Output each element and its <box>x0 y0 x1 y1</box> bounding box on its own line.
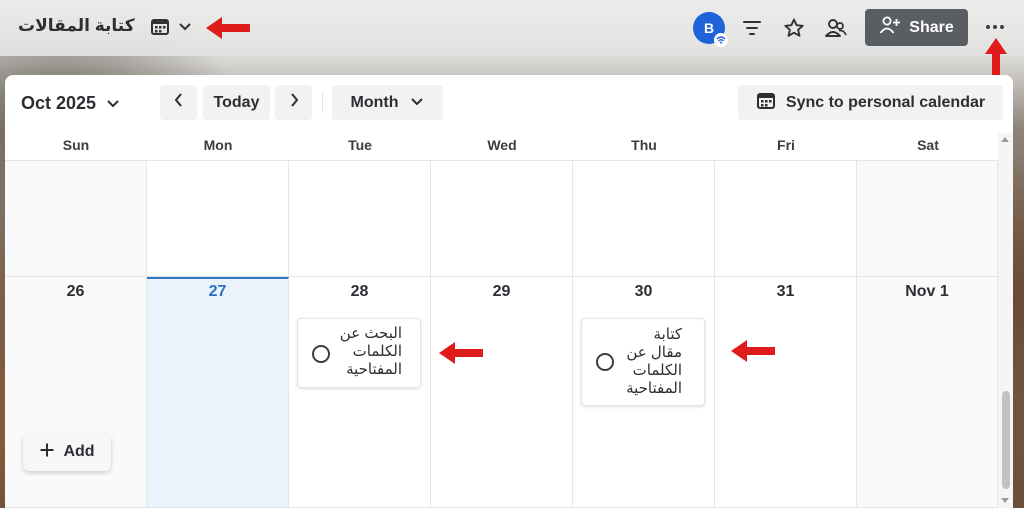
annotation-arrow-left <box>439 342 483 364</box>
star-icon[interactable] <box>781 15 807 41</box>
people-icon[interactable] <box>823 15 849 41</box>
month-label: Oct 2025 <box>21 92 97 113</box>
weekday-mon: Mon <box>203 137 233 153</box>
calendar-panel: Oct 2025 Today Month Sync to personal ca… <box>5 75 1013 508</box>
day-number: 29 <box>492 283 511 300</box>
scroll-down-icon[interactable] <box>1001 498 1009 503</box>
day-cell-nov-1[interactable]: Nov 1 <box>857 277 998 508</box>
annotation-arrow-up <box>985 38 1007 78</box>
vertical-scrollbar[interactable] <box>998 133 1013 508</box>
task-checkbox[interactable] <box>596 353 614 371</box>
chevron-down-icon <box>410 94 424 112</box>
day-cell-31[interactable]: 31 <box>715 277 857 508</box>
view-mode-dropdown[interactable]: Month <box>332 85 443 120</box>
event-card[interactable]: البحث عن الكلمات المفتاحية <box>297 318 421 388</box>
task-checkbox[interactable] <box>312 345 330 363</box>
add-button[interactable]: Add <box>23 433 111 471</box>
day-number: 31 <box>776 283 795 300</box>
event-title-line: المفتاحية <box>346 361 402 378</box>
chevron-left-icon <box>174 92 184 113</box>
annotation-arrow-left <box>731 340 775 362</box>
calendar-icon <box>150 16 170 41</box>
avatar[interactable]: B <box>693 12 728 47</box>
weekday-sat: Sat <box>917 137 939 153</box>
day-cell-28[interactable]: 28 <box>289 277 431 508</box>
divider <box>322 93 323 113</box>
wifi-icon <box>714 33 728 47</box>
annotation-arrow-left <box>206 17 250 39</box>
calendar-toolbar: Oct 2025 Today Month Sync to personal ca… <box>5 75 1013 133</box>
day-cell[interactable] <box>573 161 715 277</box>
next-month-button[interactable] <box>275 85 312 120</box>
event-title: كتابة مقال عن الكلمات المفتاحية <box>626 326 682 398</box>
chevron-down-icon <box>178 19 192 37</box>
add-label: Add <box>63 443 95 460</box>
more-icon[interactable] <box>980 14 1010 40</box>
sync-label: Sync to personal calendar <box>785 93 986 111</box>
chevron-right-icon <box>289 92 299 113</box>
event-title-line: الكلمات <box>632 362 682 379</box>
event-title-line: الكلمات <box>352 343 402 360</box>
event-title-line: كتابة <box>653 326 682 343</box>
day-number: 28 <box>350 283 369 300</box>
day-number: 30 <box>634 283 653 300</box>
day-cell[interactable] <box>857 161 998 277</box>
scrollbar-thumb[interactable] <box>1002 391 1010 489</box>
calendar-icon <box>756 90 776 115</box>
today-button[interactable]: Today <box>203 85 270 120</box>
scroll-up-icon[interactable] <box>1001 137 1009 142</box>
event-title: البحث عن الكلمات المفتاحية <box>340 325 402 379</box>
day-cell[interactable] <box>715 161 857 277</box>
weekday-wed: Wed <box>487 137 517 153</box>
day-number: Nov 1 <box>905 283 949 300</box>
share-label: Share <box>909 18 954 36</box>
weekday-sun: Sun <box>62 137 90 153</box>
view-switcher[interactable] <box>150 15 200 41</box>
day-cell-29[interactable]: 29 <box>431 277 573 508</box>
app-title: كتابة المقالات <box>18 16 135 35</box>
day-number: 27 <box>208 283 227 300</box>
event-card[interactable]: كتابة مقال عن الكلمات المفتاحية <box>581 318 705 406</box>
filter-icon[interactable] <box>739 15 765 41</box>
plus-icon <box>39 442 55 463</box>
day-cell[interactable] <box>431 161 573 277</box>
weekday-thu: Thu <box>631 137 657 153</box>
day-cell[interactable] <box>147 161 289 277</box>
avatar-initial: B <box>703 20 715 36</box>
share-button[interactable]: Share <box>865 9 968 46</box>
add-person-icon <box>879 15 901 40</box>
chevron-down-icon <box>106 93 120 114</box>
day-cell-27-today[interactable]: 27 <box>147 277 289 508</box>
event-title-line: المفتاحية <box>626 380 682 397</box>
weekday-fri: Fri <box>777 137 795 153</box>
day-cell[interactable] <box>289 161 431 277</box>
top-bar: كتابة المقالات B Share <box>0 0 1024 56</box>
day-cell-26[interactable]: 26 <box>5 277 147 508</box>
month-picker[interactable]: Oct 2025 <box>21 89 120 117</box>
month-grid: 26 27 28 29 30 31 Nov 1 البحث عن الكلمات… <box>5 161 998 508</box>
view-mode-label: Month <box>350 93 399 111</box>
event-title-line: مقال عن <box>626 344 682 361</box>
event-title-line: البحث عن <box>339 325 402 342</box>
prev-month-button[interactable] <box>160 85 197 120</box>
day-number: 26 <box>66 283 85 300</box>
day-cell[interactable] <box>5 161 147 277</box>
sync-calendar-button[interactable]: Sync to personal calendar <box>738 85 1003 120</box>
weekday-tue: Tue <box>348 137 372 153</box>
weekday-header: Sun Mon Tue Wed Thu Fri Sat <box>5 133 998 161</box>
